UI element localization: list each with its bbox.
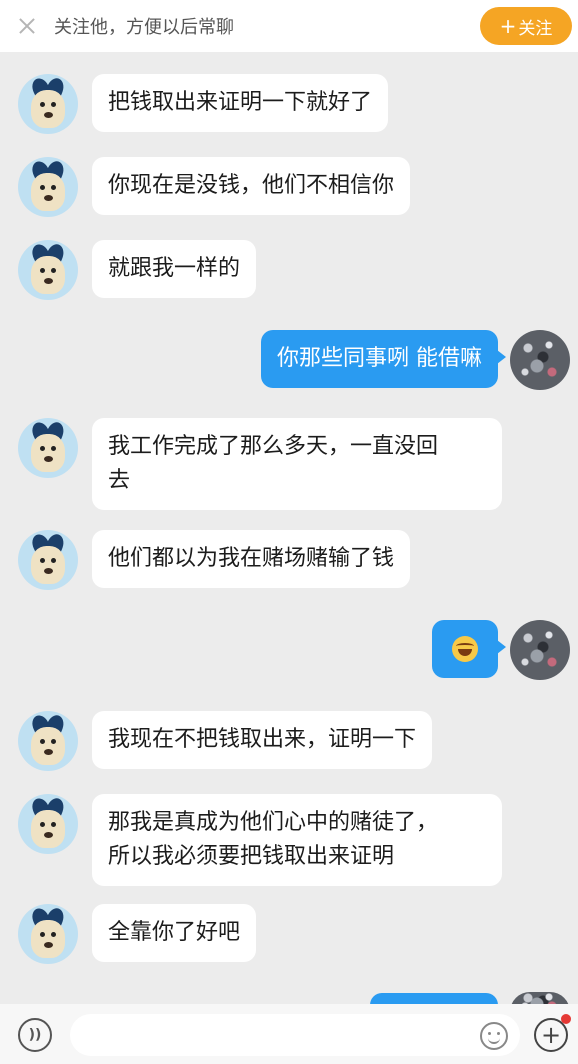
plus-icon: +: [499, 14, 517, 38]
message-row: 全靠你了好吧: [0, 904, 578, 966]
message-row: 就跟我一样的: [0, 240, 578, 302]
incoming-message-bubble[interactable]: 我工作完成了那么多天，一直没回 去: [92, 418, 502, 510]
message-row: 你那些同事咧 能借嘛: [0, 330, 578, 392]
message-row: 把钱取出来证明一下就好了: [0, 74, 578, 136]
outgoing-message-bubble[interactable]: [432, 620, 506, 678]
message-line: 所以我必须要把钱取出来证明: [108, 844, 395, 869]
message-row: 那我是真成为他们心中的赌徒了， 所以我必须要把钱取出来证明: [0, 794, 578, 886]
incoming-message-bubble[interactable]: 就跟我一样的: [92, 240, 257, 298]
user-avatar[interactable]: [510, 330, 570, 390]
contact-avatar[interactable]: [18, 530, 78, 590]
incoming-message-bubble[interactable]: 全靠你了好吧: [92, 904, 257, 962]
message-line: 那我是真成为他们心中的赌徒了，: [108, 810, 439, 835]
message-row: [0, 620, 578, 682]
incoming-message-bubble[interactable]: 他们都以为我在赌场赌输了钱: [92, 530, 411, 588]
incoming-message-bubble[interactable]: 把钱取出来证明一下就好了: [92, 74, 389, 132]
smile-icon[interactable]: [480, 1022, 508, 1050]
contact-avatar[interactable]: [18, 794, 78, 854]
message-input[interactable]: [70, 1014, 520, 1056]
incoming-message-bubble[interactable]: 我现在不把钱取出来，证明一下: [92, 711, 433, 769]
message-row: 我工作完成了那么多天，一直没回 去: [0, 418, 578, 510]
incoming-message-bubble[interactable]: 那我是真成为他们心中的赌徒了， 所以我必须要把钱取出来证明: [92, 794, 502, 886]
contact-avatar[interactable]: [18, 157, 78, 217]
follow-bar: 关注他，方便以后常聊 + 关注: [0, 0, 578, 52]
user-avatar[interactable]: [510, 620, 570, 680]
message-line: 我工作完成了那么多天，一直没回: [108, 434, 439, 459]
message-row: 我现在不把钱取出来，证明一下: [0, 711, 578, 773]
close-icon[interactable]: [16, 15, 38, 37]
voice-icon[interactable]: )): [18, 1018, 52, 1052]
message-line: 去: [108, 468, 131, 493]
contact-avatar[interactable]: [18, 904, 78, 964]
follow-button[interactable]: + 关注: [480, 7, 572, 45]
contact-avatar[interactable]: [18, 74, 78, 134]
notification-dot: [561, 1014, 571, 1024]
follow-label: 关注: [518, 18, 553, 39]
message-row: 你现在是没钱，他们不相信你: [0, 157, 578, 219]
message-row: 他们都以为我在赌场赌输了钱: [0, 530, 578, 592]
follow-hint-text: 关注他，方便以后常聊: [54, 17, 234, 38]
contact-avatar[interactable]: [18, 711, 78, 771]
incoming-message-bubble[interactable]: 你现在是没钱，他们不相信你: [92, 157, 411, 215]
contact-avatar[interactable]: [18, 240, 78, 300]
outgoing-message-bubble[interactable]: 你那些同事咧 能借嘛: [261, 330, 506, 388]
contact-avatar[interactable]: [18, 418, 78, 478]
laughing-emoji-icon: [452, 636, 478, 662]
input-bar: )) +: [0, 1004, 578, 1064]
